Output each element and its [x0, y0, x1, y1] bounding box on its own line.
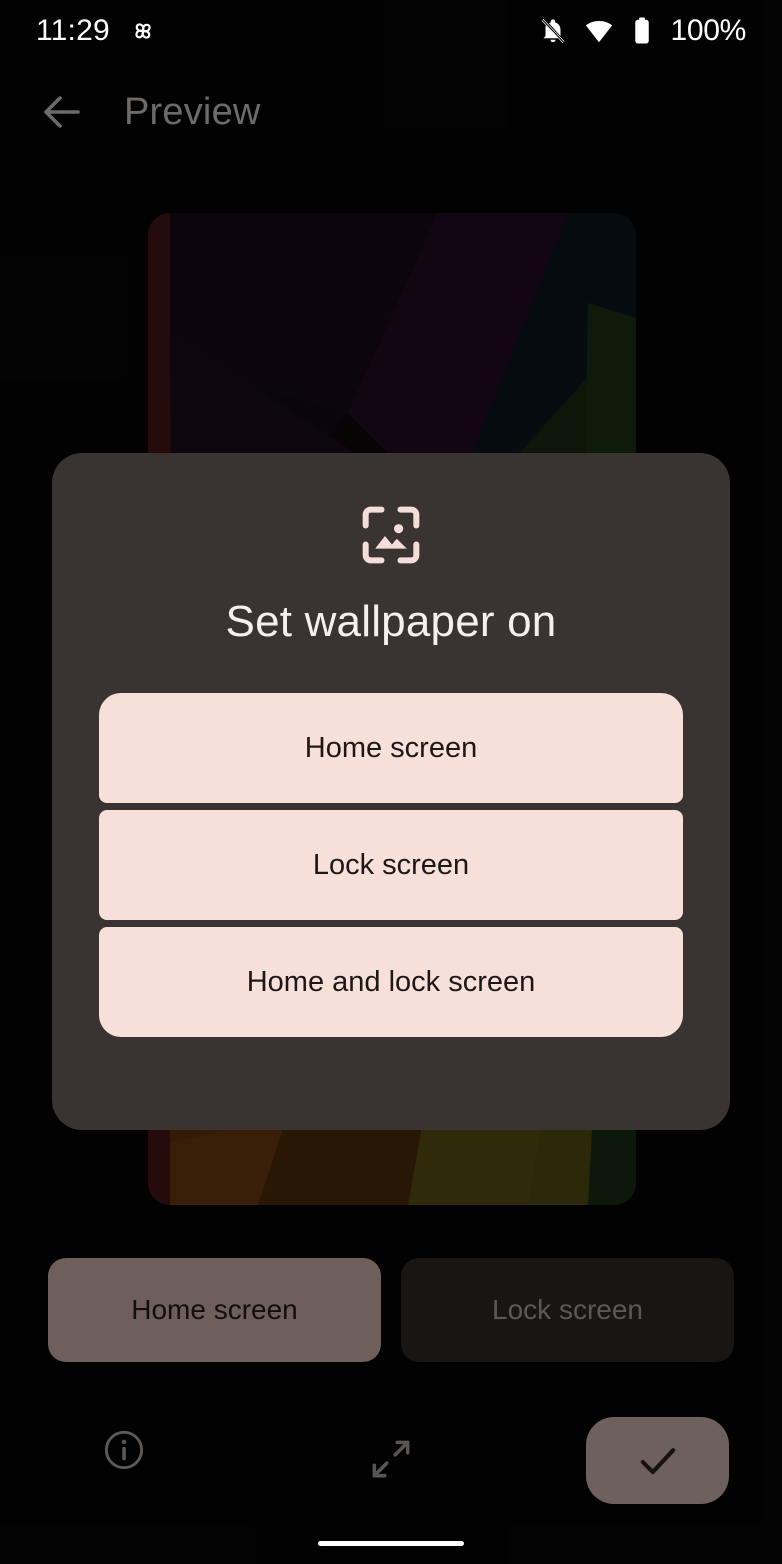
tab-home-screen[interactable]: Home screen [48, 1258, 381, 1362]
info-icon [104, 1430, 144, 1470]
app-bar: Preview [0, 62, 782, 162]
back-arrow-icon [44, 96, 80, 128]
status-bar: 11:29 100% [0, 0, 782, 62]
wifi-icon [586, 21, 613, 43]
status-clock: 11:29 [36, 14, 110, 47]
battery-percent-label: 100% [670, 14, 746, 47]
dialog-title: Set wallpaper on [225, 597, 557, 646]
page-title: Preview [124, 90, 261, 133]
phone-screen: 11:29 100% Preview Home screen Lock scre… [0, 0, 782, 1564]
battery-full-icon [635, 17, 650, 44]
tab-lock-screen[interactable]: Lock screen [401, 1258, 734, 1362]
notifications-off-icon [541, 18, 566, 44]
wallpaper-image-icon [362, 506, 420, 564]
dialog-options-list: Home screen Lock screen Home and lock sc… [99, 693, 683, 1037]
set-wallpaper-dialog: Set wallpaper on Home screen Lock screen… [52, 453, 730, 1130]
option-home-screen[interactable]: Home screen [99, 693, 683, 803]
pinwheel-icon [135, 23, 151, 39]
option-home-and-lock-screen[interactable]: Home and lock screen [99, 927, 683, 1037]
expand-button[interactable] [360, 1428, 422, 1490]
confirm-button[interactable] [586, 1417, 729, 1504]
home-indicator [318, 1541, 464, 1546]
screen-tabs: Home screen Lock screen [48, 1258, 734, 1362]
expand-fullscreen-icon [372, 1440, 410, 1478]
info-button[interactable] [96, 1422, 152, 1478]
status-bar-right: 100% [538, 14, 746, 48]
option-lock-screen[interactable]: Lock screen [99, 810, 683, 920]
check-icon [640, 1447, 675, 1474]
back-button[interactable] [32, 82, 92, 142]
status-bar-left: 11:29 [36, 14, 158, 48]
